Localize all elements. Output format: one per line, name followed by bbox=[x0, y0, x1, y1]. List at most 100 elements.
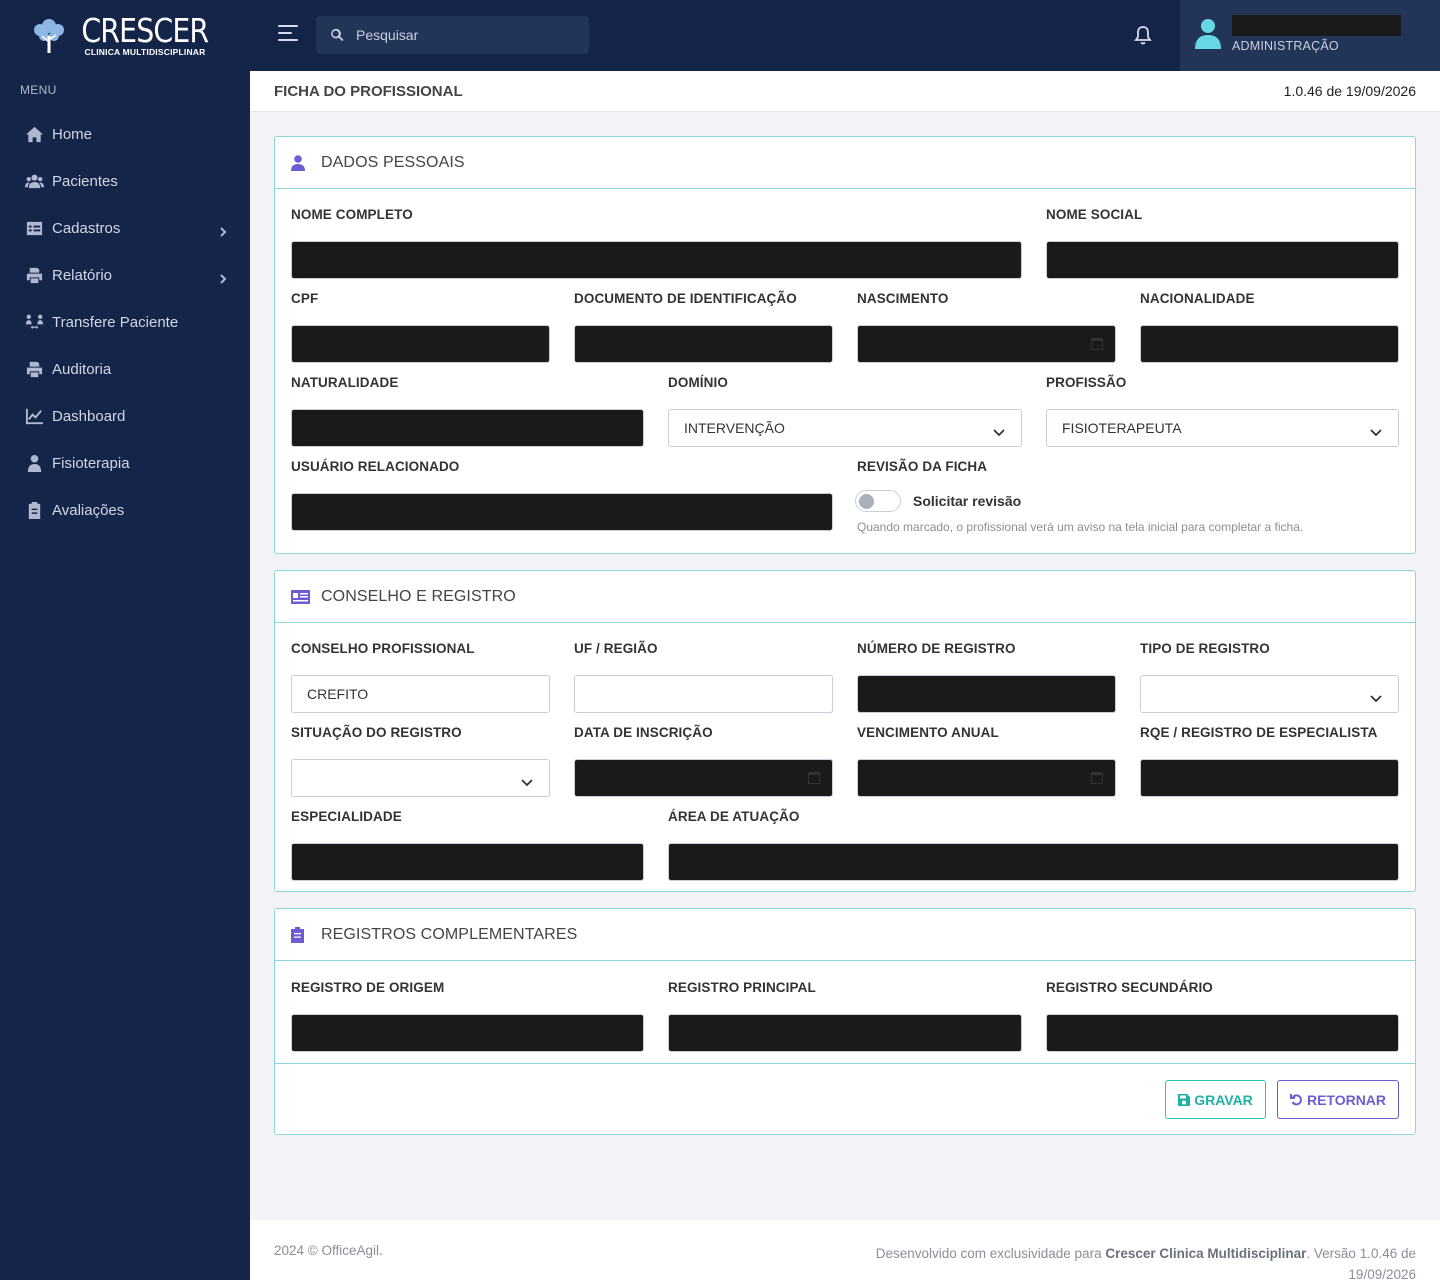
input-conselho-profissional[interactable]: CREFITO bbox=[291, 675, 550, 713]
user-icon bbox=[291, 154, 311, 172]
field-especialidade: ESPECIALIDADE bbox=[291, 809, 644, 881]
brand-logo[interactable]: CRESCER CLINICA MULTIDISCIPLINAR bbox=[0, 0, 250, 71]
back-button[interactable]: RETORNAR bbox=[1277, 1080, 1399, 1119]
input-rqe[interactable] bbox=[1140, 759, 1399, 797]
card-header: REGISTROS COMPLEMENTARES bbox=[275, 909, 1415, 961]
input-registro-origem[interactable] bbox=[291, 1014, 644, 1052]
input-especialidade[interactable] bbox=[291, 843, 644, 881]
field-uf: UF / REGIÃO bbox=[574, 641, 833, 713]
input-nascimento[interactable] bbox=[857, 325, 1116, 363]
sidebar-item-auditoria[interactable]: Auditoria bbox=[0, 346, 250, 393]
notifications-bell-icon[interactable] bbox=[1132, 24, 1154, 48]
field-conselho-profissional: CONSELHO PROFISSIONAL CREFITO bbox=[291, 641, 550, 713]
input-data-inscricao[interactable] bbox=[574, 759, 833, 797]
revisao-toggle[interactable] bbox=[855, 490, 901, 512]
field-rqe: RQE / REGISTRO DE ESPECIALISTA bbox=[1140, 725, 1399, 797]
select-situacao[interactable] bbox=[291, 759, 550, 797]
search-icon bbox=[331, 28, 344, 42]
field-profissao: PROFISSÃO FISIOTERAPEUTA bbox=[1046, 375, 1399, 447]
card-conselho: CONSELHO E REGISTRO CONSELHO PROFISSIONA… bbox=[274, 570, 1416, 892]
field-vencimento: VENCIMENTO ANUAL bbox=[857, 725, 1116, 797]
users-icon bbox=[24, 172, 44, 192]
label-numero-registro: NÚMERO DE REGISTRO bbox=[857, 641, 1016, 656]
card-actions: GRAVAR RETORNAR bbox=[275, 1063, 1415, 1135]
field-numero-registro: NÚMERO DE REGISTRO bbox=[857, 641, 1116, 713]
sidebar-item-label: Dashboard bbox=[52, 408, 126, 425]
select-tipo-registro[interactable] bbox=[1140, 675, 1399, 713]
sidebar-item-pacientes[interactable]: Pacientes bbox=[0, 158, 250, 205]
label-revisao: REVISÃO DA FICHA bbox=[857, 459, 988, 474]
input-registro-principal[interactable] bbox=[668, 1014, 1022, 1052]
sidebar-item-home[interactable]: Home bbox=[0, 111, 250, 158]
tree-logo-icon bbox=[34, 18, 65, 53]
field-registro-secundario: REGISTRO SECUNDÁRIO bbox=[1046, 980, 1399, 1052]
sidebar-item-label: Home bbox=[52, 126, 93, 143]
table-icon bbox=[24, 219, 44, 239]
input-area-atuacao[interactable] bbox=[668, 843, 1399, 881]
input-naturalidade[interactable] bbox=[291, 409, 644, 447]
sidebar-item-cadastros[interactable]: Cadastros bbox=[0, 205, 250, 252]
sidebar-nav: Home Pacientes Cadastros Relatório Trans… bbox=[0, 111, 250, 534]
printer-icon bbox=[24, 266, 44, 286]
field-dominio: DOMÍNIO INTERVENÇÃO bbox=[668, 375, 1022, 447]
label-situacao: SITUAÇÃO DO REGISTRO bbox=[291, 725, 462, 740]
input-usuario-relacionado[interactable] bbox=[291, 493, 833, 531]
footer-credits-brand[interactable]: Crescer Clinica Multidisciplinar bbox=[1105, 1246, 1306, 1261]
card-complementares: REGISTROS COMPLEMENTARES REGISTRO DE ORI… bbox=[274, 908, 1416, 1135]
input-registro-secundario[interactable] bbox=[1046, 1014, 1399, 1052]
topbar: ADMINISTRAÇÃO bbox=[250, 0, 1440, 71]
sidebar-item-label: Fisioterapia bbox=[52, 455, 130, 472]
select-dominio[interactable]: INTERVENÇÃO bbox=[668, 409, 1022, 447]
search-box[interactable] bbox=[316, 16, 589, 54]
card-header: DADOS PESSOAIS bbox=[275, 137, 1415, 189]
hamburger-menu-icon[interactable] bbox=[278, 25, 300, 45]
save-button[interactable]: GRAVAR bbox=[1165, 1080, 1266, 1119]
printer-icon bbox=[24, 360, 44, 380]
save-icon bbox=[1178, 1093, 1191, 1106]
card-dados-pessoais: DADOS PESSOAIS NOME COMPLETO NOME SOCIAL… bbox=[274, 136, 1416, 554]
chevron-down-icon bbox=[993, 424, 1005, 437]
field-nome-social: NOME SOCIAL bbox=[1046, 207, 1399, 279]
label-data-inscricao: DATA DE INSCRIÇÃO bbox=[574, 725, 713, 740]
input-numero-registro[interactable] bbox=[857, 675, 1116, 713]
search-input[interactable] bbox=[356, 27, 556, 43]
field-revisao: REVISÃO DA FICHA bbox=[857, 459, 1399, 477]
input-nome-social[interactable] bbox=[1046, 241, 1399, 279]
field-tipo-registro: TIPO DE REGISTRO bbox=[1140, 641, 1399, 713]
sidebar-item-label: Avaliações bbox=[52, 502, 125, 519]
chevron-down-icon bbox=[1370, 690, 1382, 703]
input-cpf[interactable] bbox=[291, 325, 550, 363]
label-nascimento: NASCIMENTO bbox=[857, 291, 949, 306]
field-registro-principal: REGISTRO PRINCIPAL bbox=[668, 980, 1022, 1052]
calendar-icon[interactable] bbox=[808, 772, 820, 784]
calendar-icon[interactable] bbox=[1091, 338, 1103, 350]
card-title: CONSELHO E REGISTRO bbox=[321, 587, 516, 605]
input-vencimento[interactable] bbox=[857, 759, 1116, 797]
sidebar-item-transfere-paciente[interactable]: Transfere Paciente bbox=[0, 299, 250, 346]
sidebar-item-dashboard[interactable]: Dashboard bbox=[0, 393, 250, 440]
select-dominio-value: INTERVENÇÃO bbox=[684, 420, 785, 436]
sidebar: CRESCER CLINICA MULTIDISCIPLINAR MENU Ho… bbox=[0, 0, 250, 1280]
input-uf[interactable] bbox=[574, 675, 833, 713]
card-title: REGISTROS COMPLEMENTARES bbox=[321, 925, 578, 943]
select-profissao[interactable]: FISIOTERAPEUTA bbox=[1046, 409, 1399, 447]
label-nacionalidade: NACIONALIDADE bbox=[1140, 291, 1255, 306]
label-uf: UF / REGIÃO bbox=[574, 641, 658, 656]
sidebar-item-label: Pacientes bbox=[52, 173, 118, 190]
sidebar-item-fisioterapia[interactable]: Fisioterapia bbox=[0, 440, 250, 487]
field-nome-completo: NOME COMPLETO bbox=[291, 207, 1022, 279]
save-button-label: GRAVAR bbox=[1194, 1091, 1253, 1108]
menu-label: MENU bbox=[20, 83, 57, 97]
user-menu[interactable]: ADMINISTRAÇÃO bbox=[1180, 0, 1440, 71]
calendar-icon[interactable] bbox=[1091, 772, 1103, 784]
input-documento[interactable] bbox=[574, 325, 833, 363]
label-area-atuacao: ÁREA DE ATUAÇÃO bbox=[668, 809, 800, 824]
sidebar-item-avaliacoes[interactable]: Avaliações bbox=[0, 487, 250, 534]
sidebar-item-relatorio[interactable]: Relatório bbox=[0, 252, 250, 299]
chevron-down-icon bbox=[1370, 424, 1382, 437]
input-nacionalidade[interactable] bbox=[1140, 325, 1399, 363]
label-naturalidade: NATURALIDADE bbox=[291, 375, 399, 390]
label-nome-social: NOME SOCIAL bbox=[1046, 207, 1143, 222]
label-nome-completo: NOME COMPLETO bbox=[291, 207, 413, 222]
input-nome-completo[interactable] bbox=[291, 241, 1022, 279]
